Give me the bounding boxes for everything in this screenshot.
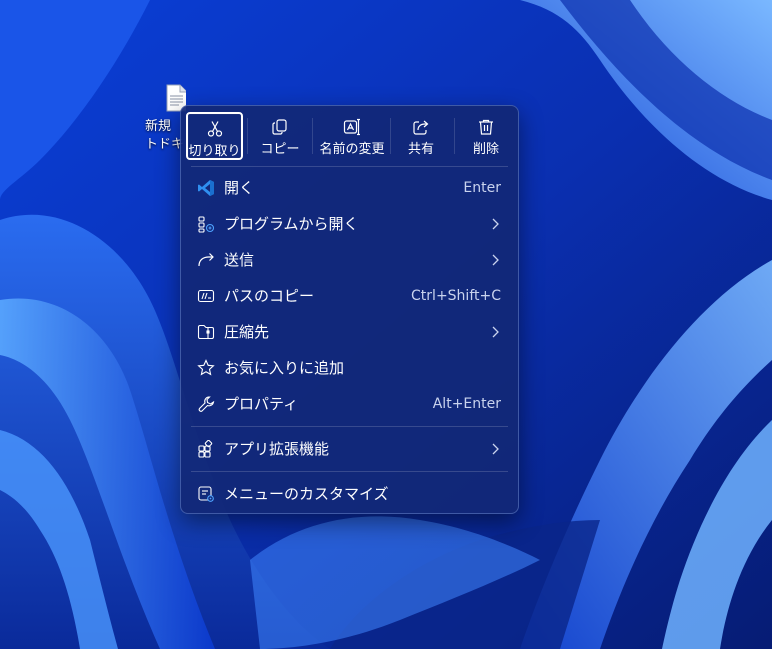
menu-item-label: 圧縮先 xyxy=(224,323,270,341)
context-menu-toolbar: 切り取り コピー 名前の変更 共有 削除 xyxy=(181,106,518,166)
share-label: 共有 xyxy=(407,142,434,157)
divider xyxy=(191,166,508,167)
rename-icon xyxy=(343,118,360,136)
chevron-right-icon xyxy=(492,443,499,455)
menu-item-label: プロパティ xyxy=(224,395,299,413)
menu-item-shortcut: Enter xyxy=(463,180,501,196)
divider xyxy=(191,426,508,427)
chevron-right-icon xyxy=(492,326,499,338)
wrench-icon xyxy=(198,396,215,412)
menu-item-shortcut: Alt+Enter xyxy=(432,396,501,412)
scissors-icon xyxy=(207,121,222,137)
menu-item-label: 開く xyxy=(224,179,255,197)
share-button[interactable]: 共有 xyxy=(393,112,449,160)
menu-item-label: プログラムから開く xyxy=(224,215,359,233)
chevron-right-icon xyxy=(492,254,499,266)
copy-path-icon xyxy=(197,289,215,303)
extensions-icon xyxy=(198,440,213,458)
menu-item-customize-menu[interactable]: メニューのカスタマイズ xyxy=(185,477,514,511)
copy-button[interactable]: コピー xyxy=(251,112,309,160)
menu-item-properties[interactable]: プロパティ Alt+Enter xyxy=(185,387,514,421)
menu-item-open[interactable]: 開く Enter xyxy=(185,171,514,205)
divider xyxy=(191,471,508,472)
chevron-right-icon xyxy=(492,218,499,230)
delete-button[interactable]: 削除 xyxy=(457,112,515,160)
vscode-icon xyxy=(198,180,214,196)
menu-item-label: アプリ拡張機能 xyxy=(224,440,330,458)
context-menu: 切り取り コピー 名前の変更 共有 削除 開く Enter プログラムから開く … xyxy=(180,105,519,514)
cut-label: 切り取り xyxy=(188,144,241,159)
share-icon xyxy=(413,120,429,135)
customize-icon xyxy=(198,486,214,502)
menu-item-label: お気に入りに追加 xyxy=(224,359,345,377)
send-arrow-icon xyxy=(198,253,214,267)
menu-item-send-to[interactable]: 送信 xyxy=(185,243,514,277)
rename-button[interactable]: 名前の変更 xyxy=(315,112,389,160)
open-with-icon xyxy=(198,216,215,233)
menu-item-shortcut: Ctrl+Shift+C xyxy=(411,288,501,304)
menu-item-open-with[interactable]: プログラムから開く xyxy=(185,207,514,241)
copy-icon xyxy=(272,119,287,135)
menu-item-label: 送信 xyxy=(224,251,255,269)
menu-item-label: メニューのカスタマイズ xyxy=(224,485,389,503)
menu-item-copy-path[interactable]: パスのコピー Ctrl+Shift+C xyxy=(185,279,514,313)
menu-item-compress-to[interactable]: 圧縮先 xyxy=(185,315,514,349)
delete-label: 削除 xyxy=(472,142,499,157)
cut-button[interactable]: 切り取り xyxy=(186,112,243,160)
menu-item-app-extensions[interactable]: アプリ拡張機能 xyxy=(185,432,514,466)
trash-icon xyxy=(479,119,493,135)
zip-folder-icon xyxy=(197,324,215,340)
menu-item-label: パスのコピー xyxy=(224,287,315,305)
star-icon xyxy=(197,359,215,376)
menu-item-add-to-favorites[interactable]: お気に入りに追加 xyxy=(185,351,514,385)
copy-label: コピー xyxy=(260,142,300,157)
rename-label: 名前の変更 xyxy=(319,142,385,157)
